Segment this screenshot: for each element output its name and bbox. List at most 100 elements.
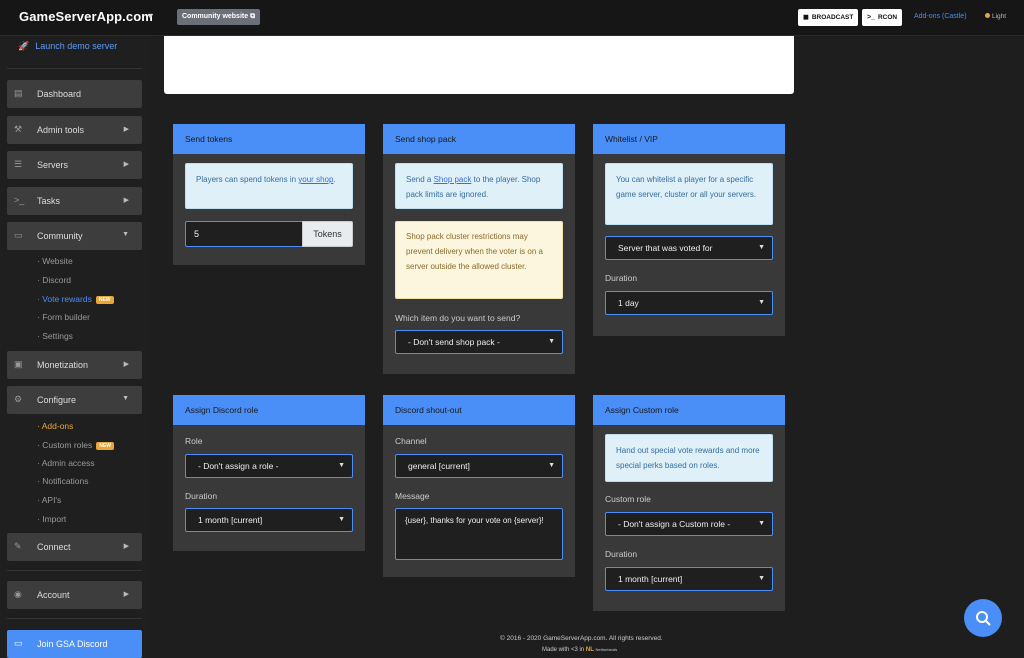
search-icon — [976, 611, 991, 626]
duration-select[interactable]: 1 day ▼ — [605, 291, 773, 315]
discord-role-select[interactable]: - Don't assign a role - ▼ — [185, 454, 353, 478]
sidebar: 🚀 Launch demo server ▤ Dashboard ⚒ Admin to… — [0, 36, 150, 658]
field-label: Which item do you want to send? — [395, 313, 521, 323]
sidebar-subitem-apis[interactable]: · API's — [37, 495, 61, 505]
field-label: Message — [395, 491, 430, 501]
sidebar-subitem-vote-rewards[interactable]: · Vote rewards NEW — [37, 294, 114, 304]
shop-pack-select[interactable]: - Don't send shop pack - ▼ — [395, 330, 563, 354]
sidebar-item-dashboard[interactable]: ▤ Dashboard — [7, 80, 142, 108]
card-title: Send tokens — [173, 124, 365, 154]
sidebar-subitem-discord[interactable]: · Discord — [37, 275, 71, 285]
brand-title[interactable]: GameServerApp.com — [19, 9, 153, 24]
rcon-button[interactable]: >_ RCON — [862, 9, 903, 26]
sidebar-subitem-notifications[interactable]: · Notifications — [37, 476, 89, 486]
sidebar-item-community[interactable]: ▭ Community ▼ — [7, 222, 142, 250]
discord-icon: ▭ — [14, 638, 23, 648]
plug-icon: ✎ — [14, 541, 22, 551]
field-label: Duration — [605, 549, 638, 559]
card-title: Assign Discord role — [173, 395, 365, 425]
theme-toggle[interactable]: Light — [985, 13, 1006, 20]
terminal-icon: >_ — [867, 14, 875, 21]
sidebar-item-account[interactable]: ◉ Account ▶ — [7, 581, 142, 609]
send-tokens-card: Send tokens Players can spend tokens in … — [173, 124, 365, 265]
user-icon: ◉ — [14, 589, 22, 599]
sun-icon — [985, 13, 990, 18]
field-label: Duration — [185, 491, 218, 501]
duration-select[interactable]: 1 month [current] ▼ — [605, 567, 773, 591]
chevron-down-icon: ▼ — [122, 231, 129, 238]
sidebar-subitem-custom-roles[interactable]: · Custom roles NEW — [37, 440, 114, 450]
tokens-addon: Tokens — [302, 221, 353, 247]
gear-icon: ⚙ — [14, 394, 23, 404]
sidebar-divider — [7, 68, 142, 69]
card-title: Send shop pack — [383, 124, 575, 154]
wrench-icon: ⚒ — [14, 124, 23, 134]
copyright-text: © 2016 - 2020 GameServerApp.com. All rig… — [500, 635, 663, 642]
broadcast-icon: ◼ — [803, 14, 809, 21]
info-box: Players can spend tokens in your shop. — [185, 163, 353, 209]
card-title: Discord shout-out — [383, 395, 575, 425]
warning-box: Shop pack cluster restrictions may preve… — [395, 221, 563, 299]
sidebar-subitem-add-ons[interactable]: · Add-ons — [37, 421, 73, 431]
info-box: Send a Shop pack to the player. Shop pac… — [395, 163, 563, 209]
chevron-down-icon: ▼ — [338, 516, 345, 523]
assign-custom-role-card: Assign Custom role Hand out special vote… — [593, 395, 785, 611]
card-title: Assign Custom role — [593, 395, 785, 425]
info-box: Hand out special vote rewards and more s… — [605, 434, 773, 482]
tokens-input[interactable]: 5 — [185, 221, 303, 247]
chevron-down-icon: ▼ — [758, 244, 765, 251]
message-textarea[interactable]: {user}, thanks for your vote on {server}… — [395, 508, 563, 560]
sidebar-subitem-import[interactable]: · Import — [37, 514, 66, 524]
sidebar-item-monetization[interactable]: ▣ Monetization ▶ — [7, 351, 142, 379]
launch-demo-server-link[interactable]: 🚀 Launch demo server — [18, 41, 117, 52]
sidebar-subitem-admin-access[interactable]: · Admin access — [37, 458, 95, 468]
sidebar-subitem-form-builder[interactable]: · Form builder — [37, 312, 90, 322]
sidebar-item-connect[interactable]: ✎ Connect ▶ — [7, 533, 142, 561]
chevron-right-icon: ▶ — [123, 126, 129, 133]
field-label: Role — [185, 436, 203, 446]
shop-pack-link[interactable]: Shop pack — [434, 175, 472, 184]
community-website-button[interactable]: Community website ⧉ — [177, 9, 261, 25]
channel-select[interactable]: general [current] ▼ — [395, 454, 563, 478]
chart-icon: ▤ — [14, 88, 23, 98]
money-icon: ▣ — [14, 359, 23, 369]
custom-role-select[interactable]: - Don't assign a Custom role - ▼ — [605, 512, 773, 536]
nl-logo: NL — [585, 647, 594, 653]
terminal-icon: >_ — [14, 195, 25, 205]
chevron-right-icon: ▶ — [123, 161, 129, 168]
sidebar-subitem-website[interactable]: · Website — [37, 256, 73, 266]
sidebar-subitem-settings[interactable]: · Settings — [37, 331, 73, 341]
new-badge: NEW — [95, 296, 114, 304]
support-search-button[interactable] — [964, 599, 1002, 637]
sidebar-item-servers[interactable]: ☰ Servers ▶ — [7, 151, 142, 179]
broadcast-button[interactable]: ◼ BROADCAST — [798, 9, 859, 26]
chevron-right-icon: ▶ — [123, 543, 129, 550]
sidebar-divider — [7, 570, 142, 571]
server-select[interactable]: Server that was voted for ▼ — [605, 236, 773, 260]
server-icon: ☰ — [14, 159, 23, 169]
window-icon: ▭ — [14, 230, 23, 240]
chevron-down-icon: ▼ — [548, 462, 555, 469]
chevron-down-icon: ▼ — [758, 520, 765, 527]
chevron-down-icon: ▼ — [758, 299, 765, 306]
sidebar-item-admin-tools[interactable]: ⚒ Admin tools ▶ — [7, 116, 142, 144]
sidebar-item-tasks[interactable]: >_ Tasks ▶ — [7, 187, 142, 215]
chevron-down-icon: ▼ — [758, 575, 765, 582]
join-discord-button[interactable]: ▭ Join GSA Discord — [7, 630, 142, 658]
duration-select[interactable]: 1 month [current] ▼ — [185, 508, 353, 532]
sidebar-item-configure[interactable]: ⚙ Configure ▼ — [7, 386, 142, 414]
chevron-down-icon: ▼ — [548, 338, 555, 345]
chevron-down-icon: ▼ — [122, 395, 129, 402]
field-label: Duration — [605, 273, 638, 283]
your-shop-link[interactable]: your shop — [298, 175, 333, 184]
chevron-right-icon: ▶ — [123, 591, 129, 598]
send-shop-pack-card: Send shop pack Send a Shop pack to the p… — [383, 124, 575, 374]
info-box: You can whitelist a player for a specifi… — [605, 163, 773, 225]
card-title: Whitelist / VIP — [593, 124, 785, 154]
sidebar-divider — [7, 618, 142, 619]
brand-dropdown-icon[interactable]: ▼ — [146, 11, 155, 21]
addons-link[interactable]: Add-ons (Castle) — [914, 13, 967, 20]
top-bar: GameServerApp.com ▼ Community website ⧉ … — [0, 0, 1024, 36]
new-badge: NEW — [96, 442, 114, 450]
assign-discord-role-card: Assign Discord role Role - Don't assign … — [173, 395, 365, 551]
